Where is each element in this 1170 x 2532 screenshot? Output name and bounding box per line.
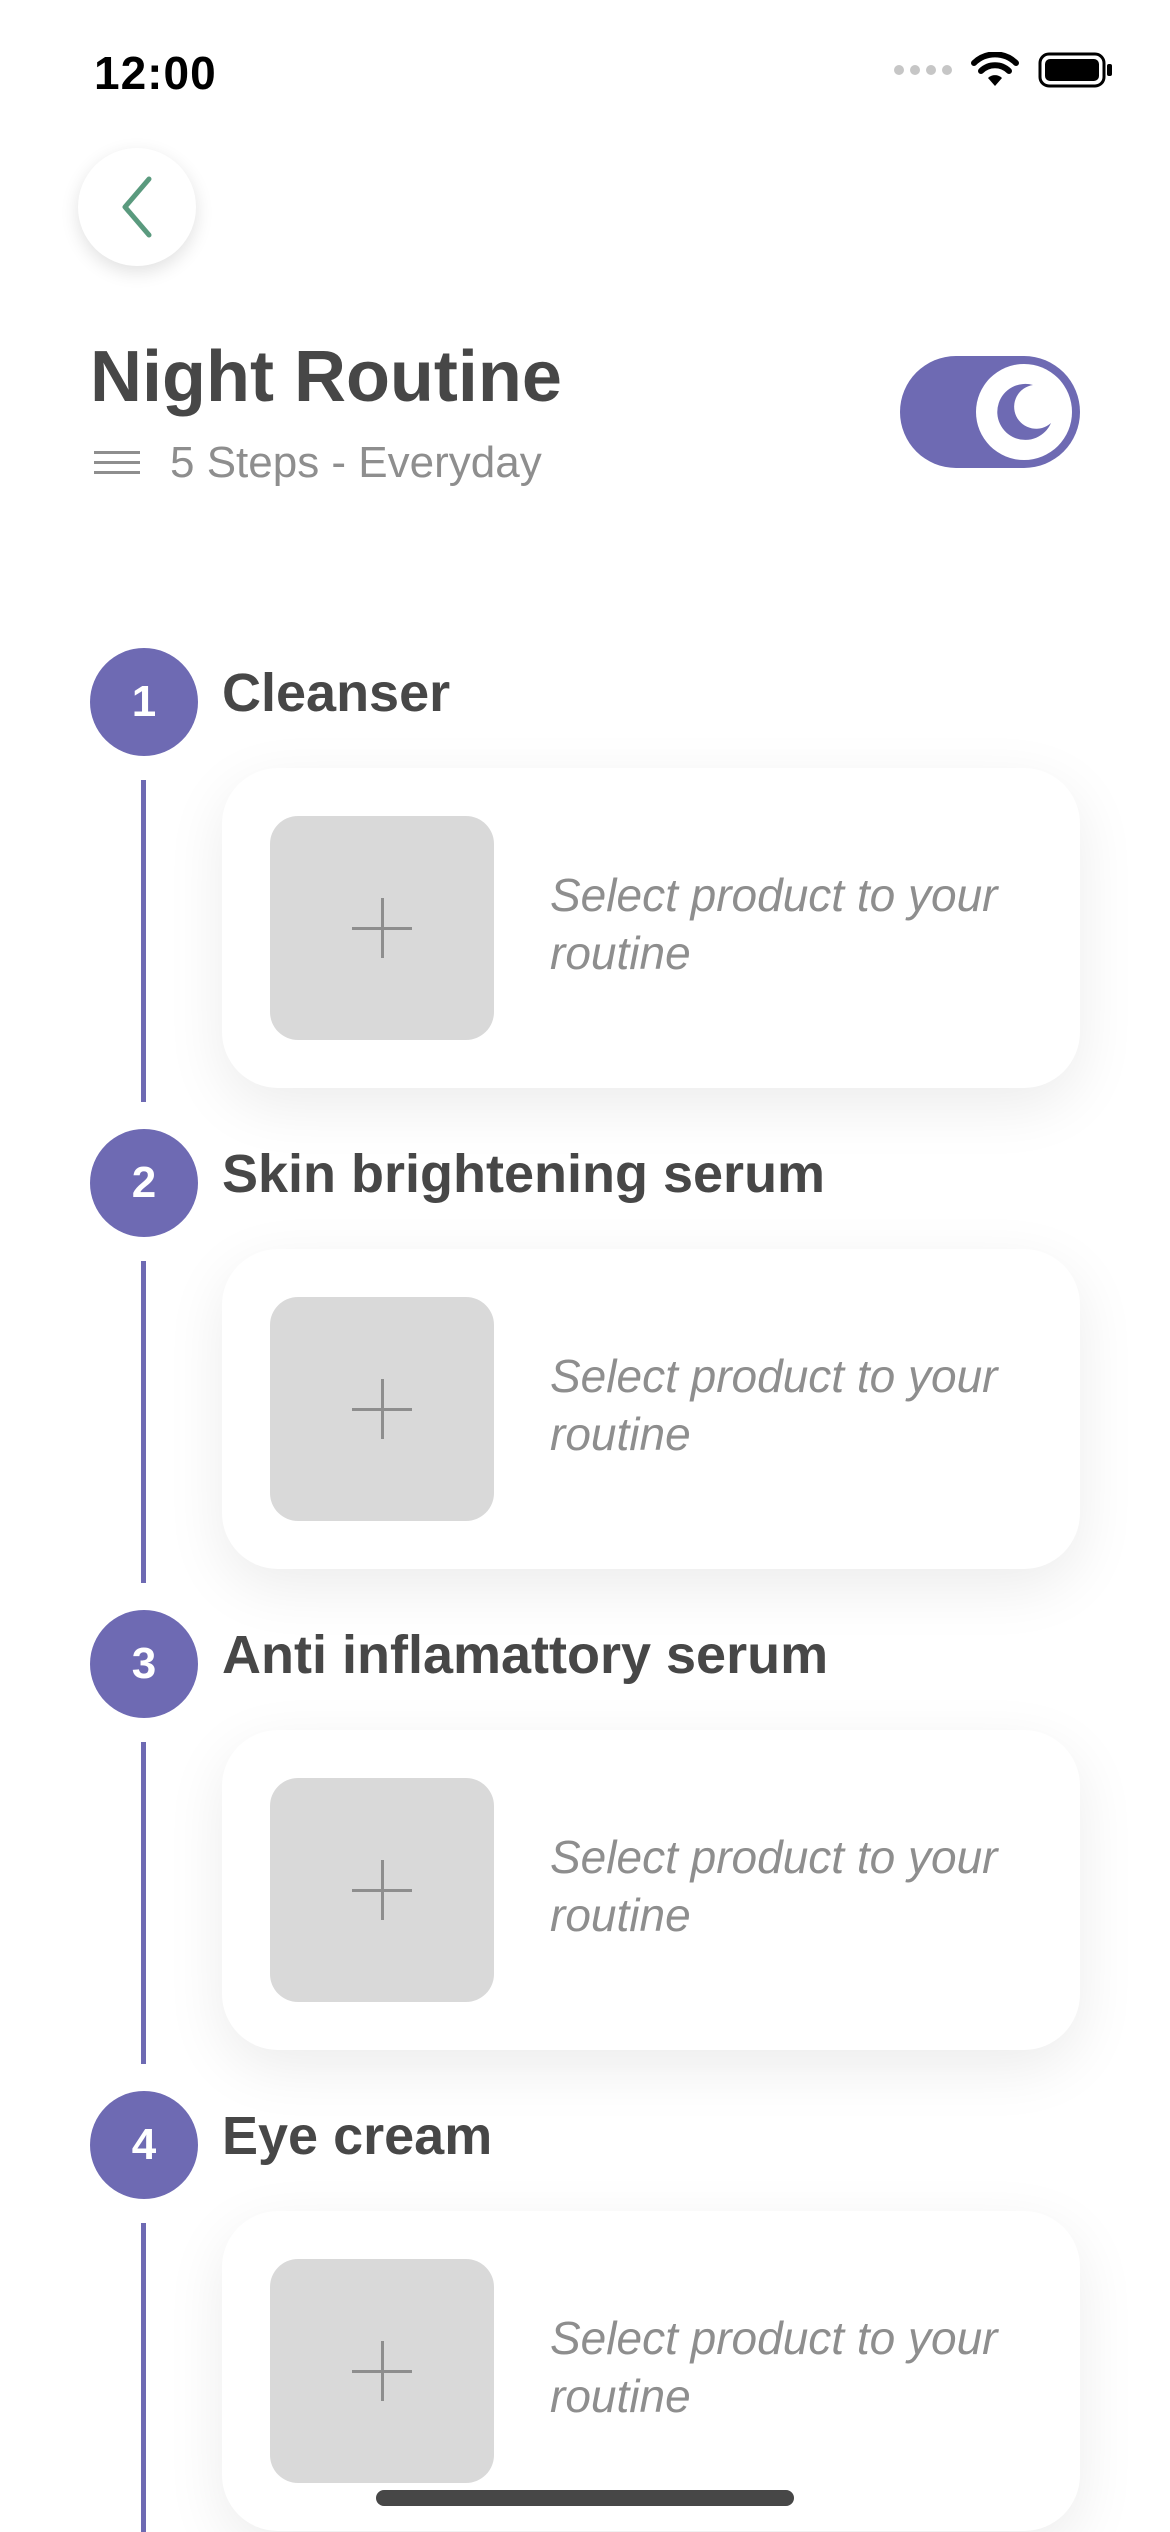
wifi-icon bbox=[971, 52, 1019, 86]
moon-icon bbox=[997, 383, 1051, 440]
cellular-signal-icon bbox=[894, 65, 952, 75]
status-time: 12:00 bbox=[94, 47, 217, 99]
plus-icon bbox=[352, 2341, 412, 2401]
screen: 12:00 Night Routine 5 Steps - Everyday 1… bbox=[0, 0, 1170, 2532]
add-product-button[interactable] bbox=[270, 2259, 494, 2483]
step-item: 4 Eye cream Select product to your routi… bbox=[0, 2091, 1170, 2532]
plus-icon bbox=[352, 1379, 412, 1439]
step-title: Eye cream bbox=[222, 2106, 493, 2166]
back-button[interactable] bbox=[78, 148, 196, 266]
step-item: 2 Skin brightening serum Select product … bbox=[0, 1129, 1170, 1609]
step-number-badge: 2 bbox=[90, 1129, 198, 1237]
page-title: Night Routine bbox=[90, 337, 562, 417]
select-product-card[interactable]: Select product to your routine bbox=[222, 1249, 1080, 1569]
step-connector-line bbox=[141, 1742, 146, 2064]
select-product-text: Select product to your routine bbox=[550, 1350, 998, 1460]
add-product-button[interactable] bbox=[270, 1297, 494, 1521]
home-indicator[interactable] bbox=[376, 2490, 794, 2506]
battery-icon bbox=[1038, 52, 1112, 88]
select-product-text: Select product to your routine bbox=[550, 1831, 998, 1941]
subtitle-row: 5 Steps - Everyday bbox=[94, 438, 542, 488]
step-title: Anti inflamattory serum bbox=[222, 1625, 829, 1685]
step-connector-line bbox=[141, 1261, 146, 1583]
step-connector-line bbox=[141, 2223, 146, 2532]
toggle-knob bbox=[976, 364, 1072, 460]
select-product-card[interactable]: Select product to your routine bbox=[222, 768, 1080, 1088]
routine-summary: 5 Steps - Everyday bbox=[170, 438, 542, 487]
select-product-text: Select product to your routine bbox=[550, 2312, 998, 2422]
chevron-left-icon bbox=[122, 176, 152, 238]
step-title: Cleanser bbox=[222, 663, 451, 723]
plus-icon bbox=[352, 898, 412, 958]
step-item: 1 Cleanser Select product to your routin… bbox=[0, 648, 1170, 1128]
select-product-text: Select product to your routine bbox=[550, 869, 998, 979]
plus-icon bbox=[352, 1860, 412, 1920]
add-product-button[interactable] bbox=[270, 1778, 494, 2002]
night-mode-toggle[interactable] bbox=[900, 356, 1080, 468]
list-icon bbox=[94, 451, 140, 474]
step-number-badge: 1 bbox=[90, 648, 198, 756]
step-number-badge: 3 bbox=[90, 1610, 198, 1718]
status-icons bbox=[894, 52, 1114, 88]
step-connector-line bbox=[141, 780, 146, 1102]
select-product-card[interactable]: Select product to your routine bbox=[222, 2211, 1080, 2531]
step-title: Skin brightening serum bbox=[222, 1144, 826, 1204]
select-product-card[interactable]: Select product to your routine bbox=[222, 1730, 1080, 2050]
step-number-badge: 4 bbox=[90, 2091, 198, 2199]
step-item: 3 Anti inflamattory serum Select product… bbox=[0, 1610, 1170, 2090]
add-product-button[interactable] bbox=[270, 816, 494, 1040]
